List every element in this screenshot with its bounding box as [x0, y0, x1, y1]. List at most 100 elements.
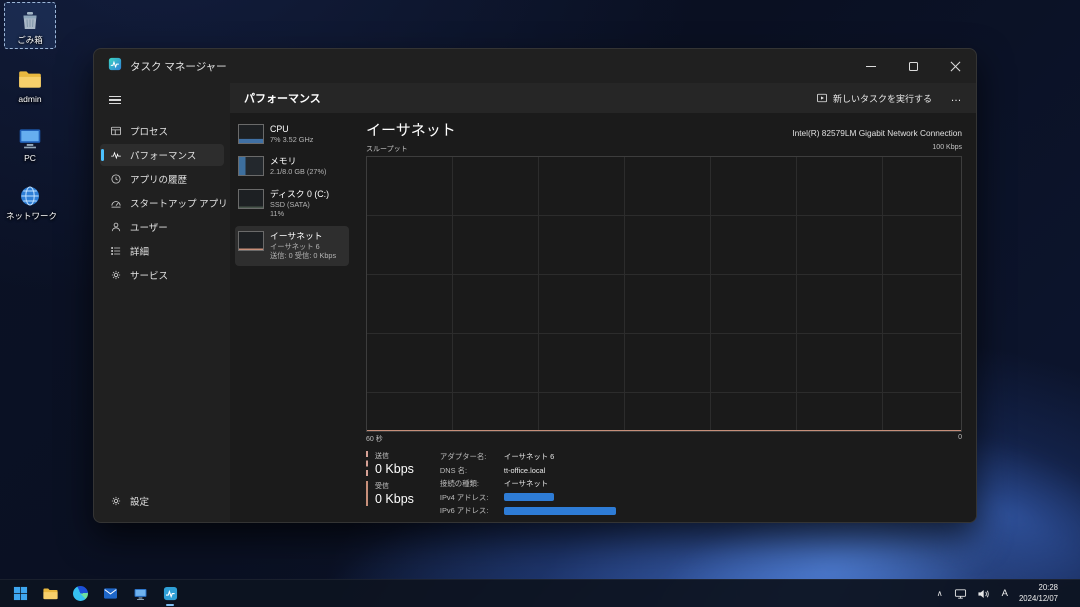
perf-item-memory[interactable]: メモリ 2.1/8.0 GB (27%): [235, 151, 349, 181]
sidebar-item-label: スタートアップ アプリ: [130, 196, 228, 210]
desktop-icon-admin-folder[interactable]: admin: [4, 61, 56, 108]
header-actions: 新しいタスクを実行する …: [808, 88, 968, 109]
disk-mini-graph: [238, 189, 264, 209]
mail-button[interactable]: [98, 582, 122, 606]
perf-item-detail: 2.1/8.0 GB (27%): [270, 167, 326, 176]
start-button[interactable]: [8, 582, 32, 606]
pc-app-button[interactable]: [128, 582, 152, 606]
perf-item-title: イーサネット: [270, 231, 336, 242]
receive-legend: 受信 0 Kbps: [366, 481, 414, 506]
run-new-task-label: 新しいタスクを実行する: [833, 92, 932, 105]
sidebar-item-label: パフォーマンス: [130, 148, 196, 162]
memory-mini-graph: [238, 156, 264, 176]
task-manager-taskbar-button[interactable]: [158, 582, 182, 606]
volume-tray-icon[interactable]: [976, 586, 991, 601]
performance-list: CPU 7% 3.52 GHz メモリ 2.1/8.0 GB (27%): [230, 113, 352, 522]
ethernet-tray-icon[interactable]: [953, 586, 968, 601]
desktop: ごみ箱 admin PC ネットワーク: [0, 0, 1080, 607]
mail-icon: [103, 587, 118, 600]
titlebar[interactable]: タスク マネージャー: [94, 49, 976, 83]
field-label: IPv4 アドレス:: [440, 492, 496, 503]
perf-item-ethernet[interactable]: イーサネット イーサネット 6 送信: 0 受信: 0 Kbps: [235, 226, 349, 266]
chart-xright-label: 0: [958, 434, 962, 444]
sidebar-item-details[interactable]: 詳細: [100, 240, 224, 262]
detail-title: イーサネット: [366, 119, 456, 140]
field-label: アダプター名:: [440, 451, 496, 462]
adapter-name: Intel(R) 82579LM Gigabit Network Connect…: [792, 128, 962, 140]
ipv6-redacted-value: [504, 507, 616, 515]
maximize-button[interactable]: [892, 49, 934, 83]
perf-item-detail: SSD (SATA): [270, 200, 329, 209]
perf-item-cpu[interactable]: CPU 7% 3.52 GHz: [235, 119, 349, 149]
perf-item-detail: 7% 3.52 GHz: [270, 135, 313, 144]
system-tray: ∧ A 20:28 2024/12/07: [935, 583, 1076, 603]
chart-xleft-label: 60 秒: [366, 434, 383, 444]
hamburger-menu-button[interactable]: [102, 87, 132, 113]
ethernet-throughput-chart: [366, 156, 962, 432]
content-body: CPU 7% 3.52 GHz メモリ 2.1/8.0 GB (27%): [230, 113, 976, 522]
more-options-button[interactable]: …: [944, 88, 968, 108]
ethernet-detail-pane: イーサネット Intel(R) 82579LM Gigabit Network …: [352, 113, 976, 522]
minimize-button[interactable]: [850, 49, 892, 83]
close-icon: [950, 61, 961, 72]
field-value: イーサネット: [504, 478, 616, 489]
perf-item-title: ディスク 0 (C:): [270, 189, 329, 200]
sidebar-item-users[interactable]: ユーザー: [100, 216, 224, 238]
run-task-icon: [816, 92, 828, 104]
run-new-task-button[interactable]: 新しいタスクを実行する: [808, 88, 940, 109]
hidden-icons-chevron[interactable]: ∧: [935, 589, 945, 598]
windows-logo-icon: [13, 586, 28, 601]
field-value: tt-office.local: [504, 466, 616, 475]
desktop-icon-label: PC: [6, 154, 54, 164]
task-manager-app-icon: [108, 57, 122, 76]
taskbar: ∧ A 20:28 2024/12/07: [0, 579, 1080, 607]
edge-icon: [73, 586, 88, 601]
field-label: DNS 名:: [440, 465, 496, 476]
ime-mode-indicator[interactable]: A: [999, 588, 1011, 599]
users-icon: [110, 221, 122, 233]
sidebar-item-label: 設定: [130, 494, 149, 508]
ipv4-redacted-value: [504, 493, 616, 501]
window-controls: [850, 49, 976, 83]
desktop-icon-label: ごみ箱: [6, 36, 54, 46]
edge-button[interactable]: [68, 582, 92, 606]
sidebar-item-performance[interactable]: パフォーマンス: [100, 144, 224, 166]
perf-item-detail: イーサネット 6: [270, 242, 336, 251]
history-icon: [110, 173, 122, 185]
close-button[interactable]: [934, 49, 976, 83]
desktop-icon-network[interactable]: ネットワーク: [4, 178, 56, 225]
sidebar-item-app-history[interactable]: アプリの履歴: [100, 168, 224, 190]
services-icon: [110, 269, 122, 281]
desktop-icon-recycle-bin[interactable]: ごみ箱: [4, 2, 56, 49]
receive-value: 0 Kbps: [375, 492, 414, 506]
desktop-icon-pc[interactable]: PC: [4, 120, 56, 167]
ethernet-stats: 送信 0 Kbps 受信 0 Kbps アダプター名: イーサネッ: [366, 451, 962, 516]
sidebar-item-startup-apps[interactable]: スタートアップ アプリ: [100, 192, 224, 214]
startup-icon: [110, 197, 122, 209]
ethernet-mini-graph: [238, 231, 264, 251]
field-label: 接続の種類:: [440, 478, 496, 489]
sidebar-item-services[interactable]: サービス: [100, 264, 224, 286]
window-title: タスク マネージャー: [130, 59, 227, 74]
taskbar-clock[interactable]: 20:28 2024/12/07: [1019, 583, 1064, 603]
sidebar-item-processes[interactable]: プロセス: [100, 120, 224, 142]
clock-date: 2024/12/07: [1019, 594, 1058, 604]
more-icon: …: [951, 92, 962, 104]
maximize-icon: [909, 62, 918, 71]
throughput-zero-line: [367, 430, 961, 431]
receive-label: 受信: [375, 481, 414, 491]
field-label: IPv6 アドレス:: [440, 505, 496, 516]
desktop-icon-label: ネットワーク: [6, 212, 54, 222]
perf-item-detail: 送信: 0 受信: 0 Kbps: [270, 251, 336, 260]
clock-time: 20:28: [1019, 583, 1058, 593]
perf-item-disk[interactable]: ディスク 0 (C:) SSD (SATA) 11%: [235, 184, 349, 224]
sidebar-item-settings[interactable]: 設定: [100, 490, 224, 512]
desktop-icons: ごみ箱 admin PC ネットワーク: [4, 2, 56, 225]
recycle-bin-icon: [6, 6, 54, 34]
content: パフォーマンス 新しいタスクを実行する …: [230, 83, 976, 522]
task-manager-icon: [163, 586, 178, 601]
details-icon: [110, 245, 122, 257]
pc-icon: [6, 124, 54, 152]
perf-item-detail: 11%: [270, 209, 329, 218]
file-explorer-button[interactable]: [38, 582, 62, 606]
